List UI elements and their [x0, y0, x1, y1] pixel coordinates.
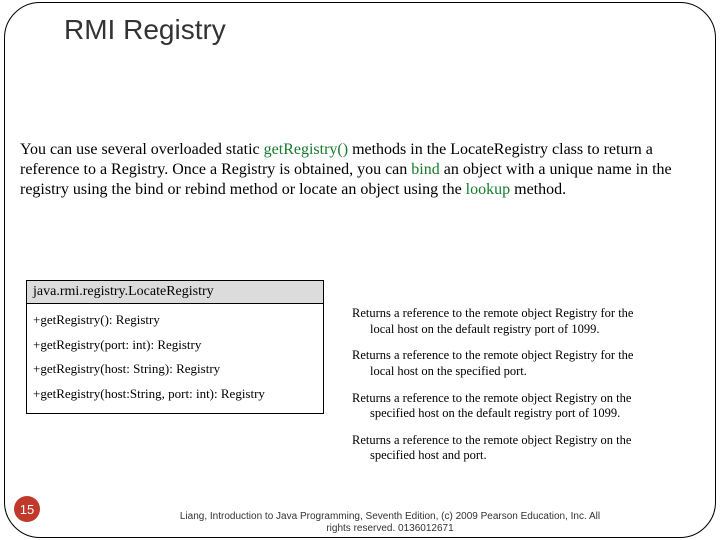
footer-line: Liang, Introduction to Java Programming,…: [120, 511, 660, 523]
desc-line: specified host on the default registry p…: [352, 406, 696, 422]
body-paragraph: You can use several overloaded static ge…: [20, 140, 700, 200]
desc-line: Returns a reference to the remote object…: [352, 348, 696, 364]
footer-line: rights reserved. 0136012671: [120, 523, 660, 535]
page-number-badge: 15: [14, 496, 40, 522]
uml-method: +getRegistry(host: String): Registry: [33, 357, 317, 382]
body-text: method.: [510, 181, 566, 198]
page-title: RMI Registry: [64, 14, 226, 46]
keyword-getregistry: getRegistry(): [264, 141, 348, 158]
uml-method: +getRegistry(host:String, port: int): Re…: [33, 382, 317, 407]
keyword-lookup: lookup: [466, 181, 510, 198]
desc-line: specified host and port.: [352, 448, 696, 464]
desc-line: Returns a reference to the remote object…: [352, 391, 696, 407]
desc-line: Returns a reference to the remote object…: [352, 306, 696, 322]
method-description: Returns a reference to the remote object…: [352, 433, 696, 464]
method-description: Returns a reference to the remote object…: [352, 306, 696, 337]
uml-method: +getRegistry(port: int): Registry: [33, 333, 317, 358]
method-description: Returns a reference to the remote object…: [352, 348, 696, 379]
desc-line: local host on the specified port.: [352, 364, 696, 380]
footer-citation: Liang, Introduction to Java Programming,…: [120, 511, 660, 534]
uml-method: +getRegistry(): Registry: [33, 308, 317, 333]
uml-method-list: +getRegistry(): Registry +getRegistry(po…: [26, 304, 324, 414]
method-description: Returns a reference to the remote object…: [352, 391, 696, 422]
keyword-bind: bind: [411, 161, 439, 178]
desc-line: Returns a reference to the remote object…: [352, 433, 696, 449]
method-descriptions: Returns a reference to the remote object…: [324, 280, 696, 475]
uml-class-name: java.rmi.registry.LocateRegistry: [26, 280, 324, 304]
uml-diagram: java.rmi.registry.LocateRegistry +getReg…: [26, 280, 696, 475]
desc-line: local host on the default registry port …: [352, 322, 696, 338]
uml-class-box: java.rmi.registry.LocateRegistry +getReg…: [26, 280, 324, 414]
body-text: You can use several overloaded static: [20, 141, 264, 158]
slide: RMI Registry You can use several overloa…: [0, 0, 720, 540]
